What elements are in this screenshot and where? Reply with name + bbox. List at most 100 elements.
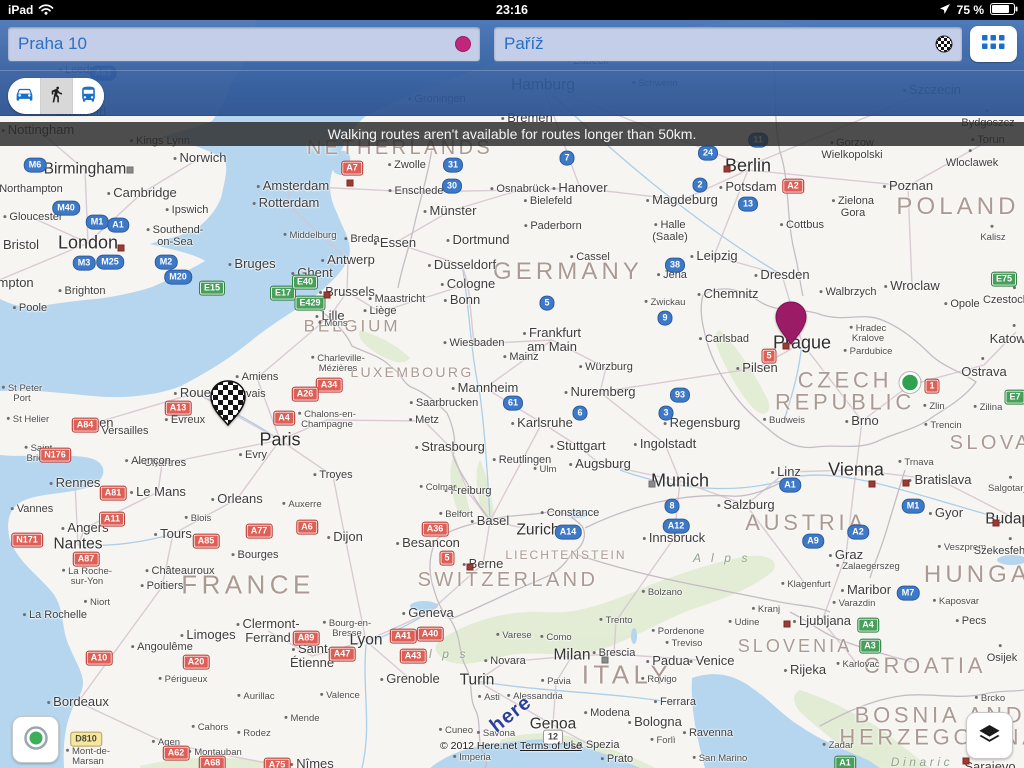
city-label: Essen — [374, 235, 416, 250]
capital-city-marker — [868, 480, 876, 488]
city-label: Ipswich — [166, 204, 209, 217]
road-badge: A75 — [263, 757, 291, 768]
country-label: HUNGARY — [923, 560, 1024, 588]
road-badge: M1 — [901, 498, 925, 514]
road-badge: 30 — [441, 178, 463, 194]
city-label: Wiesbaden — [443, 337, 504, 350]
grid-icon — [982, 34, 1005, 54]
city-label: Brescia — [593, 647, 636, 660]
mode-walk-button[interactable] — [40, 78, 72, 114]
city-label: Mons — [318, 318, 347, 329]
city-label: Wroclaw — [884, 278, 940, 293]
toast-message: Walking routes aren't available for rout… — [327, 126, 697, 142]
road-badge: 38 — [664, 257, 686, 273]
mode-transit-button[interactable] — [72, 78, 104, 114]
road-badge: 5 — [539, 295, 555, 311]
city-label: Valence — [320, 690, 360, 701]
road-badge: 9 — [657, 310, 673, 326]
route-toolbar — [0, 20, 1024, 116]
city-label: Paris — [259, 429, 301, 450]
city-label: Kaposvar — [933, 596, 979, 607]
route-point-marker[interactable] — [897, 370, 923, 401]
road-badge: E75 — [990, 271, 1018, 287]
transport-mode-control — [8, 78, 104, 114]
city-label: Birmingham — [43, 160, 127, 178]
country-label: POLAND — [896, 192, 1020, 220]
city-marker — [126, 166, 134, 174]
road-badge: A62 — [162, 745, 190, 761]
road-badge: A14 — [554, 524, 582, 540]
capital-city-marker — [466, 563, 474, 571]
city-label: Carlsbad — [699, 333, 749, 346]
city-label: Augsburg — [569, 456, 631, 471]
terms-of-use-link[interactable]: Terms of Use — [520, 740, 582, 752]
destination-pin[interactable] — [208, 380, 248, 431]
capital-city-marker — [323, 291, 331, 299]
city-label: Turin — [459, 671, 495, 689]
city-label: Czestochowa — [983, 283, 1024, 307]
city-label: Budweis — [763, 415, 805, 426]
my-location-button[interactable] — [12, 716, 59, 763]
city-label: Bologna — [628, 714, 682, 729]
road-badge: 1 — [924, 378, 940, 394]
city-label: Zurich — [516, 521, 560, 539]
capital-city-marker — [783, 620, 791, 628]
map-layers-button[interactable] — [966, 712, 1013, 759]
city-label: Trento — [599, 615, 632, 626]
city-label: Dresden — [754, 267, 809, 282]
city-label: Halle (Saale) — [652, 219, 688, 243]
apps-grid-button[interactable] — [970, 26, 1017, 62]
city-label: Ostrava — [961, 351, 1007, 379]
city-label: Grenoble — [380, 671, 439, 686]
city-label: Périgueux — [159, 674, 208, 685]
city-label: Paderborn — [524, 220, 581, 233]
city-label: Le Mans — [130, 484, 186, 499]
city-label: Bolzano — [642, 587, 682, 598]
origin-pin[interactable] — [774, 301, 808, 350]
road-badge: A10 — [85, 650, 113, 666]
origin-input[interactable] — [8, 27, 455, 61]
city-label: Northampton — [0, 183, 63, 196]
road-badge: A89 — [292, 630, 320, 646]
city-label: Ravenna — [683, 727, 733, 740]
city-label: Ferrara — [654, 696, 696, 709]
road-badge: E15 — [198, 280, 226, 296]
city-label: Rodez — [237, 728, 270, 739]
city-label: Rovigo — [641, 674, 677, 685]
city-label: Bruges — [228, 256, 275, 271]
road-badge: A40 — [416, 626, 444, 642]
city-label: Nuremberg — [564, 384, 635, 399]
city-label: Brighton — [59, 285, 106, 298]
mode-car-button[interactable] — [8, 78, 40, 114]
city-label: Ingolstadt — [634, 436, 696, 451]
destination-input[interactable] — [494, 27, 935, 61]
road-badge: M6 — [23, 157, 47, 173]
city-label: Gyor — [929, 505, 963, 520]
road-badge: A1 — [779, 477, 801, 493]
road-badge: M7 — [896, 585, 920, 601]
city-label: Leipzig — [690, 248, 737, 263]
city-label: Wloclawek — [946, 146, 999, 170]
city-label: Hanover — [552, 180, 607, 195]
city-label: Karlovac — [837, 659, 880, 670]
city-marker — [601, 656, 609, 664]
city-label: Vienna — [828, 459, 884, 480]
clock: 23:16 — [496, 3, 528, 17]
road-badge: A20 — [182, 654, 210, 670]
road-badge: 7 — [559, 150, 575, 166]
city-label: Kalisz — [978, 223, 1009, 244]
city-label: Potsdam — [719, 179, 776, 194]
road-badge: A87 — [72, 551, 100, 567]
city-label: Rennes — [50, 475, 101, 490]
city-label: Cambridge — [107, 185, 177, 200]
city-label: Milan — [553, 646, 591, 664]
city-label: Düsseldorf — [428, 257, 496, 272]
road-badge: A68 — [198, 755, 226, 768]
city-label: Cahors — [192, 722, 229, 733]
country-label: SLOVAKIA — [949, 431, 1024, 454]
road-badge: A77 — [245, 523, 273, 539]
city-label: Treviso — [666, 638, 703, 649]
layers-icon — [976, 721, 1003, 751]
city-label: Besancon — [396, 535, 460, 550]
city-label: Salgotarjan — [988, 474, 1024, 495]
